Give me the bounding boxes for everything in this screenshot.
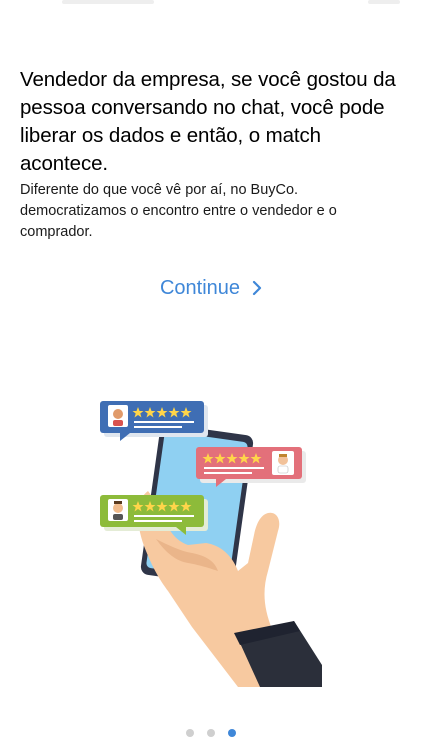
review-bubble-2 [196, 447, 306, 487]
status-bar [0, 0, 422, 18]
page-dot-2[interactable] [207, 729, 215, 737]
chevron-right-icon [252, 280, 262, 296]
hand-holding-phone-illustration [100, 401, 322, 687]
status-bar-right-fragment [368, 0, 400, 4]
review-bubble-1 [100, 401, 208, 441]
continue-button[interactable]: Continue [150, 272, 272, 304]
page-dot-1[interactable] [186, 729, 194, 737]
onboarding-description: Diferente do que você vê por aí, no BuyC… [20, 182, 337, 240]
page-dot-3-active[interactable] [228, 729, 236, 737]
onboarding-headline: Vendedor da empresa, se você gostou da p… [20, 68, 396, 175]
page-indicator [0, 728, 422, 738]
continue-label: Continue [159, 276, 241, 299]
status-bar-left-fragment [62, 0, 154, 4]
review-bubble-3 [100, 495, 208, 535]
